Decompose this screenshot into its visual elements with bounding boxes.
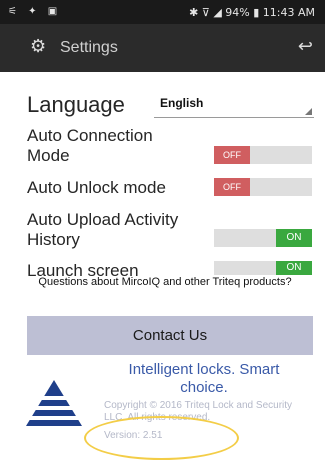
- auto-unlock-state: OFF: [214, 178, 250, 196]
- auto-upload-label: Auto Upload Activity History: [27, 210, 179, 249]
- language-label: Language: [27, 92, 125, 117]
- page-title: Settings: [60, 39, 118, 56]
- triteq-logo: [22, 380, 86, 426]
- language-select[interactable]: English: [154, 96, 314, 118]
- dropdown-caret-icon: [305, 108, 312, 115]
- launch-screen-toggle[interactable]: ON: [214, 261, 312, 275]
- contact-us-button[interactable]: Contact Us: [27, 316, 313, 355]
- auto-connection-state: OFF: [214, 146, 250, 164]
- question-text: Questions about MircoIQ and other Triteq…: [38, 276, 292, 288]
- auto-upload-state: ON: [276, 229, 312, 247]
- auto-unlock-toggle[interactable]: OFF: [214, 178, 312, 196]
- highlight-circle: [84, 416, 239, 460]
- app-bar: ⚙ Settings ↩: [0, 24, 325, 72]
- gear-icon: ⚙: [30, 36, 47, 57]
- auto-upload-toggle[interactable]: ON: [214, 229, 312, 247]
- status-right-info: ✱ ⊽ ◢ 94% ▮ 11:43 AM: [189, 6, 315, 19]
- tagline: Intelligent locks. Smart choice.: [128, 361, 280, 396]
- language-value: English: [160, 96, 204, 110]
- status-bar: ⚟ ✦ ▣ ✱ ⊽ ◢ 94% ▮ 11:43 AM: [0, 0, 325, 24]
- status-left-icons: ⚟ ✦ ▣: [8, 6, 62, 17]
- auto-connection-label: Auto Connection Mode: [27, 126, 153, 165]
- auto-connection-toggle[interactable]: OFF: [214, 146, 312, 164]
- launch-screen-state: ON: [276, 261, 312, 275]
- auto-unlock-label: Auto Unlock mode: [27, 178, 166, 197]
- back-arrow-icon[interactable]: ↩: [298, 36, 313, 57]
